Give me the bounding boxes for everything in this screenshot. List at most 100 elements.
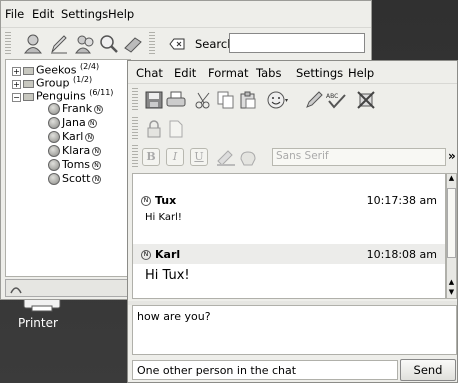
- add-contact-icon[interactable]: [73, 32, 97, 56]
- novell-status-icon: N: [92, 174, 102, 184]
- buddy-avatar-icon: [48, 159, 60, 171]
- printer-label[interactable]: Printer: [18, 316, 58, 330]
- message-time: 10:17:38 am: [366, 194, 437, 207]
- scroll-thumb[interactable]: [447, 188, 456, 258]
- collapse-icon[interactable]: −: [12, 92, 21, 102]
- send-button[interactable]: Send: [400, 359, 456, 381]
- menu-settings[interactable]: Settings: [296, 66, 343, 80]
- toolbar-grip[interactable]: [132, 88, 138, 112]
- toolbar-grip[interactable]: [132, 117, 138, 141]
- paste-icon[interactable]: [236, 88, 260, 112]
- find-icon[interactable]: [97, 32, 121, 56]
- menu-help[interactable]: Help: [348, 66, 374, 80]
- menu-edit[interactable]: Edit: [174, 66, 196, 80]
- save-icon[interactable]: [142, 88, 166, 112]
- underline-button[interactable]: U: [190, 148, 208, 166]
- history-scrollbar[interactable]: ▲ ▲ ▼: [446, 173, 457, 299]
- cut-icon[interactable]: [192, 88, 216, 112]
- menu-tabs[interactable]: Tabs: [256, 66, 281, 80]
- font-select[interactable]: Sans Serif: [272, 148, 446, 166]
- chat-status-text: One other person in the chat: [132, 360, 398, 380]
- buddy-row-scott[interactable]: Scott N: [48, 172, 102, 185]
- italic-button[interactable]: I: [166, 148, 184, 166]
- contact-list-statusbar[interactable]: [5, 279, 131, 297]
- document-icon[interactable]: [164, 117, 188, 141]
- menu-settings[interactable]: Settings: [61, 7, 108, 21]
- svg-text:ABC: ABC: [326, 93, 338, 100]
- folder-icon: [23, 79, 34, 88]
- message-text: Hi Karl!: [145, 212, 182, 223]
- text-color-icon[interactable]: [214, 146, 238, 170]
- group-count: (1/2): [73, 75, 93, 84]
- folder-open-icon: [23, 92, 34, 101]
- search-input[interactable]: [229, 33, 365, 53]
- message-input-text: how are you?: [137, 310, 211, 323]
- novell-status-icon: N: [141, 250, 151, 260]
- toolbar-grip[interactable]: [5, 32, 11, 56]
- print-icon[interactable]: [164, 88, 188, 112]
- clear-search-icon[interactable]: [165, 32, 189, 56]
- message-sender: N Tux: [141, 194, 176, 207]
- group-count: (6/11): [89, 88, 114, 97]
- message-input[interactable]: how are you?: [132, 305, 457, 355]
- buddy-label: Toms: [62, 158, 91, 171]
- novell-status-icon: N: [85, 132, 95, 142]
- buddy-row-klara[interactable]: Klara N: [48, 144, 102, 157]
- message-sender: N Karl: [141, 248, 180, 261]
- toolbar-grip[interactable]: [132, 145, 138, 169]
- block-user-icon[interactable]: [354, 88, 378, 112]
- scroll-up-icon[interactable]: ▲: [447, 174, 456, 184]
- contact-list-menubar: File Edit Settings Help: [1, 1, 371, 27]
- toolbar-overflow-icon[interactable]: »: [448, 149, 456, 163]
- chat-toolbar: ABC: [128, 83, 457, 115]
- bookmark-icon[interactable]: [121, 32, 145, 56]
- message-header: N Tux 10:17:38 am: [133, 190, 445, 210]
- message-text: Hi Tux!: [145, 268, 190, 283]
- novell-status-icon: N: [94, 104, 104, 114]
- menu-file[interactable]: File: [5, 7, 24, 21]
- buddy-avatar-icon: [48, 145, 60, 157]
- chat-menubar: Chat Edit Format Tabs Settings Help: [128, 61, 457, 83]
- group-row-penguins[interactable]: − Penguins (6/11): [12, 88, 113, 103]
- folder-icon: [23, 66, 34, 75]
- novell-status-icon: N: [92, 146, 102, 156]
- chat-toolbar-secondary: [128, 115, 457, 143]
- buddy-label: Jana: [62, 116, 86, 129]
- emoticon-icon[interactable]: [266, 88, 290, 112]
- menu-format[interactable]: Format: [208, 66, 249, 80]
- scroll-up-icon[interactable]: ▲: [447, 278, 456, 288]
- buddy-label: Frank: [62, 102, 93, 115]
- buddy-label: Klara: [62, 144, 91, 157]
- group-count: (2/4): [80, 62, 100, 71]
- buddy-row-jana[interactable]: Jana N: [48, 116, 97, 129]
- buddy-row-karl[interactable]: Karl N: [48, 130, 95, 143]
- chat-history: N Tux 10:17:38 am Hi Karl! N Karl 10:18:08…: [132, 173, 446, 299]
- menu-edit[interactable]: Edit: [32, 7, 54, 21]
- edit-person-icon[interactable]: [47, 32, 71, 56]
- buddy-tree: + Geekos (2/4) + Group (1/2) − Penguins (6/…: [5, 59, 131, 277]
- lock-icon[interactable]: [142, 117, 166, 141]
- message-time: 10:18:08 am: [366, 248, 437, 261]
- buddy-row-toms[interactable]: Toms N: [48, 158, 102, 171]
- menu-chat[interactable]: Chat: [136, 66, 163, 80]
- toolbar-grip[interactable]: [149, 32, 155, 56]
- group-label: Penguins: [36, 89, 86, 103]
- buddy-row-frank[interactable]: Frank N: [48, 102, 104, 115]
- copy-icon[interactable]: [214, 88, 238, 112]
- background-color-icon[interactable]: [236, 146, 260, 170]
- buddy-avatar-icon: [48, 103, 60, 115]
- novell-status-icon: N: [141, 196, 151, 206]
- pen-icon[interactable]: [302, 88, 326, 112]
- scroll-down-icon[interactable]: ▼: [447, 288, 456, 298]
- status-person-icon[interactable]: [21, 32, 45, 56]
- spellcheck-icon[interactable]: ABC: [324, 88, 348, 112]
- buddy-avatar-icon: [48, 173, 60, 185]
- menu-help[interactable]: Help: [108, 7, 134, 21]
- message-header: N Karl 10:18:08 am: [133, 244, 445, 264]
- chat-window: Chat Edit Format Tabs Settings Help ABC: [127, 60, 458, 383]
- status-icon: [10, 287, 22, 294]
- buddy-avatar-icon: [48, 117, 60, 129]
- novell-status-icon: N: [87, 118, 97, 128]
- buddy-avatar-icon: [48, 131, 60, 143]
- bold-button[interactable]: B: [142, 148, 160, 166]
